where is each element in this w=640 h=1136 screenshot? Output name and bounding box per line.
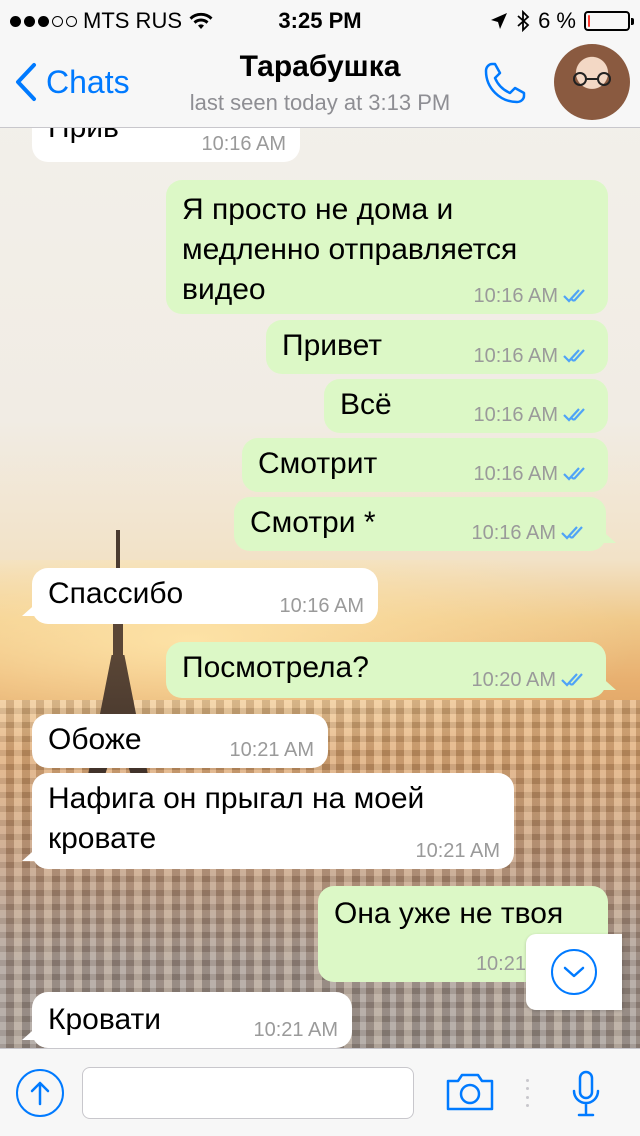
message-time: 10:21 AM <box>253 1019 338 1041</box>
battery-percent: 6 % <box>538 8 576 33</box>
camera-icon[interactable] <box>444 1071 496 1113</box>
message-time: 10:21 AM <box>229 739 314 761</box>
message-incoming[interactable]: Спассибо 10:16 AM <box>22 568 378 624</box>
message-incoming[interactable]: Прив 10:16 AM <box>32 128 300 162</box>
read-checkmarks-icon <box>563 408 585 422</box>
message-time: 10:21 AM <box>415 840 500 862</box>
back-button[interactable]: Chats <box>14 62 130 102</box>
message-time: 10:20 AM <box>471 669 556 691</box>
last-seen: last seen today at 3:13 PM <box>189 90 451 115</box>
contact-info[interactable]: Тарабушка last seen today at 3:13 PM <box>120 50 520 116</box>
message-time: 10:16 AM <box>473 404 558 426</box>
message-text: Она уже не твоя <box>334 897 564 930</box>
bluetooth-icon <box>517 10 530 32</box>
phone-icon[interactable] <box>480 58 530 108</box>
composer-divider <box>526 1079 529 1107</box>
message-time: 10:21 <box>475 953 526 975</box>
message-outgoing[interactable]: Всё 10:16 AM <box>324 379 608 433</box>
message-outgoing[interactable]: Привет 10:16 AM <box>266 320 608 374</box>
chat-header: Chats Тарабушка last seen today at 3:13 … <box>0 40 640 128</box>
read-checkmarks-icon <box>561 673 583 687</box>
message-input[interactable] <box>82 1067 414 1119</box>
message-list[interactable]: Прив 10:16 AM Я просто не дома и медленн… <box>0 128 640 1048</box>
read-checkmarks-icon <box>563 289 585 303</box>
chevron-left-icon <box>16 63 36 101</box>
message-outgoing[interactable]: Смотрит 10:16 AM <box>242 438 608 492</box>
contact-avatar[interactable] <box>554 44 630 120</box>
contact-name: Тарабушка <box>239 50 401 83</box>
message-incoming[interactable]: Кровати 10:21 AM <box>22 992 352 1048</box>
location-icon <box>491 13 508 29</box>
read-checkmarks-icon <box>563 467 585 481</box>
read-checkmarks-icon <box>563 349 585 363</box>
message-time: 10:16 AM <box>279 595 364 617</box>
message-time: 10:16 AM <box>473 463 558 485</box>
scroll-to-bottom-button[interactable] <box>526 934 622 1010</box>
message-time: 10:16 AM <box>473 285 558 307</box>
message-outgoing[interactable]: Смотри * 10:16 AM <box>234 497 616 551</box>
back-label: Chats <box>46 63 130 100</box>
message-time: 10:16 AM <box>201 133 286 155</box>
message-outgoing[interactable]: Посмотрела? 10:20 AM <box>166 642 616 698</box>
message-incoming[interactable]: Обоже 10:21 AM <box>32 714 328 768</box>
attach-button[interactable] <box>16 1069 64 1117</box>
arrow-up-icon <box>30 1081 50 1106</box>
read-checkmarks-icon <box>561 526 583 540</box>
message-time: 10:16 AM <box>473 345 558 367</box>
chevron-down-icon <box>563 966 585 978</box>
message-incoming[interactable]: Нафига он прыгал на моей кровате 10:21 A… <box>22 773 514 869</box>
status-bar: MTS RUS 3:25 PM 6 % <box>0 0 640 40</box>
message-composer <box>0 1048 640 1136</box>
microphone-icon[interactable] <box>570 1069 602 1119</box>
message-time: 10:16 AM <box>471 522 556 544</box>
battery-icon <box>584 11 634 31</box>
message-outgoing[interactable]: Я просто не дома и медленно отправляется… <box>166 180 608 314</box>
glasses-detail <box>573 72 611 86</box>
